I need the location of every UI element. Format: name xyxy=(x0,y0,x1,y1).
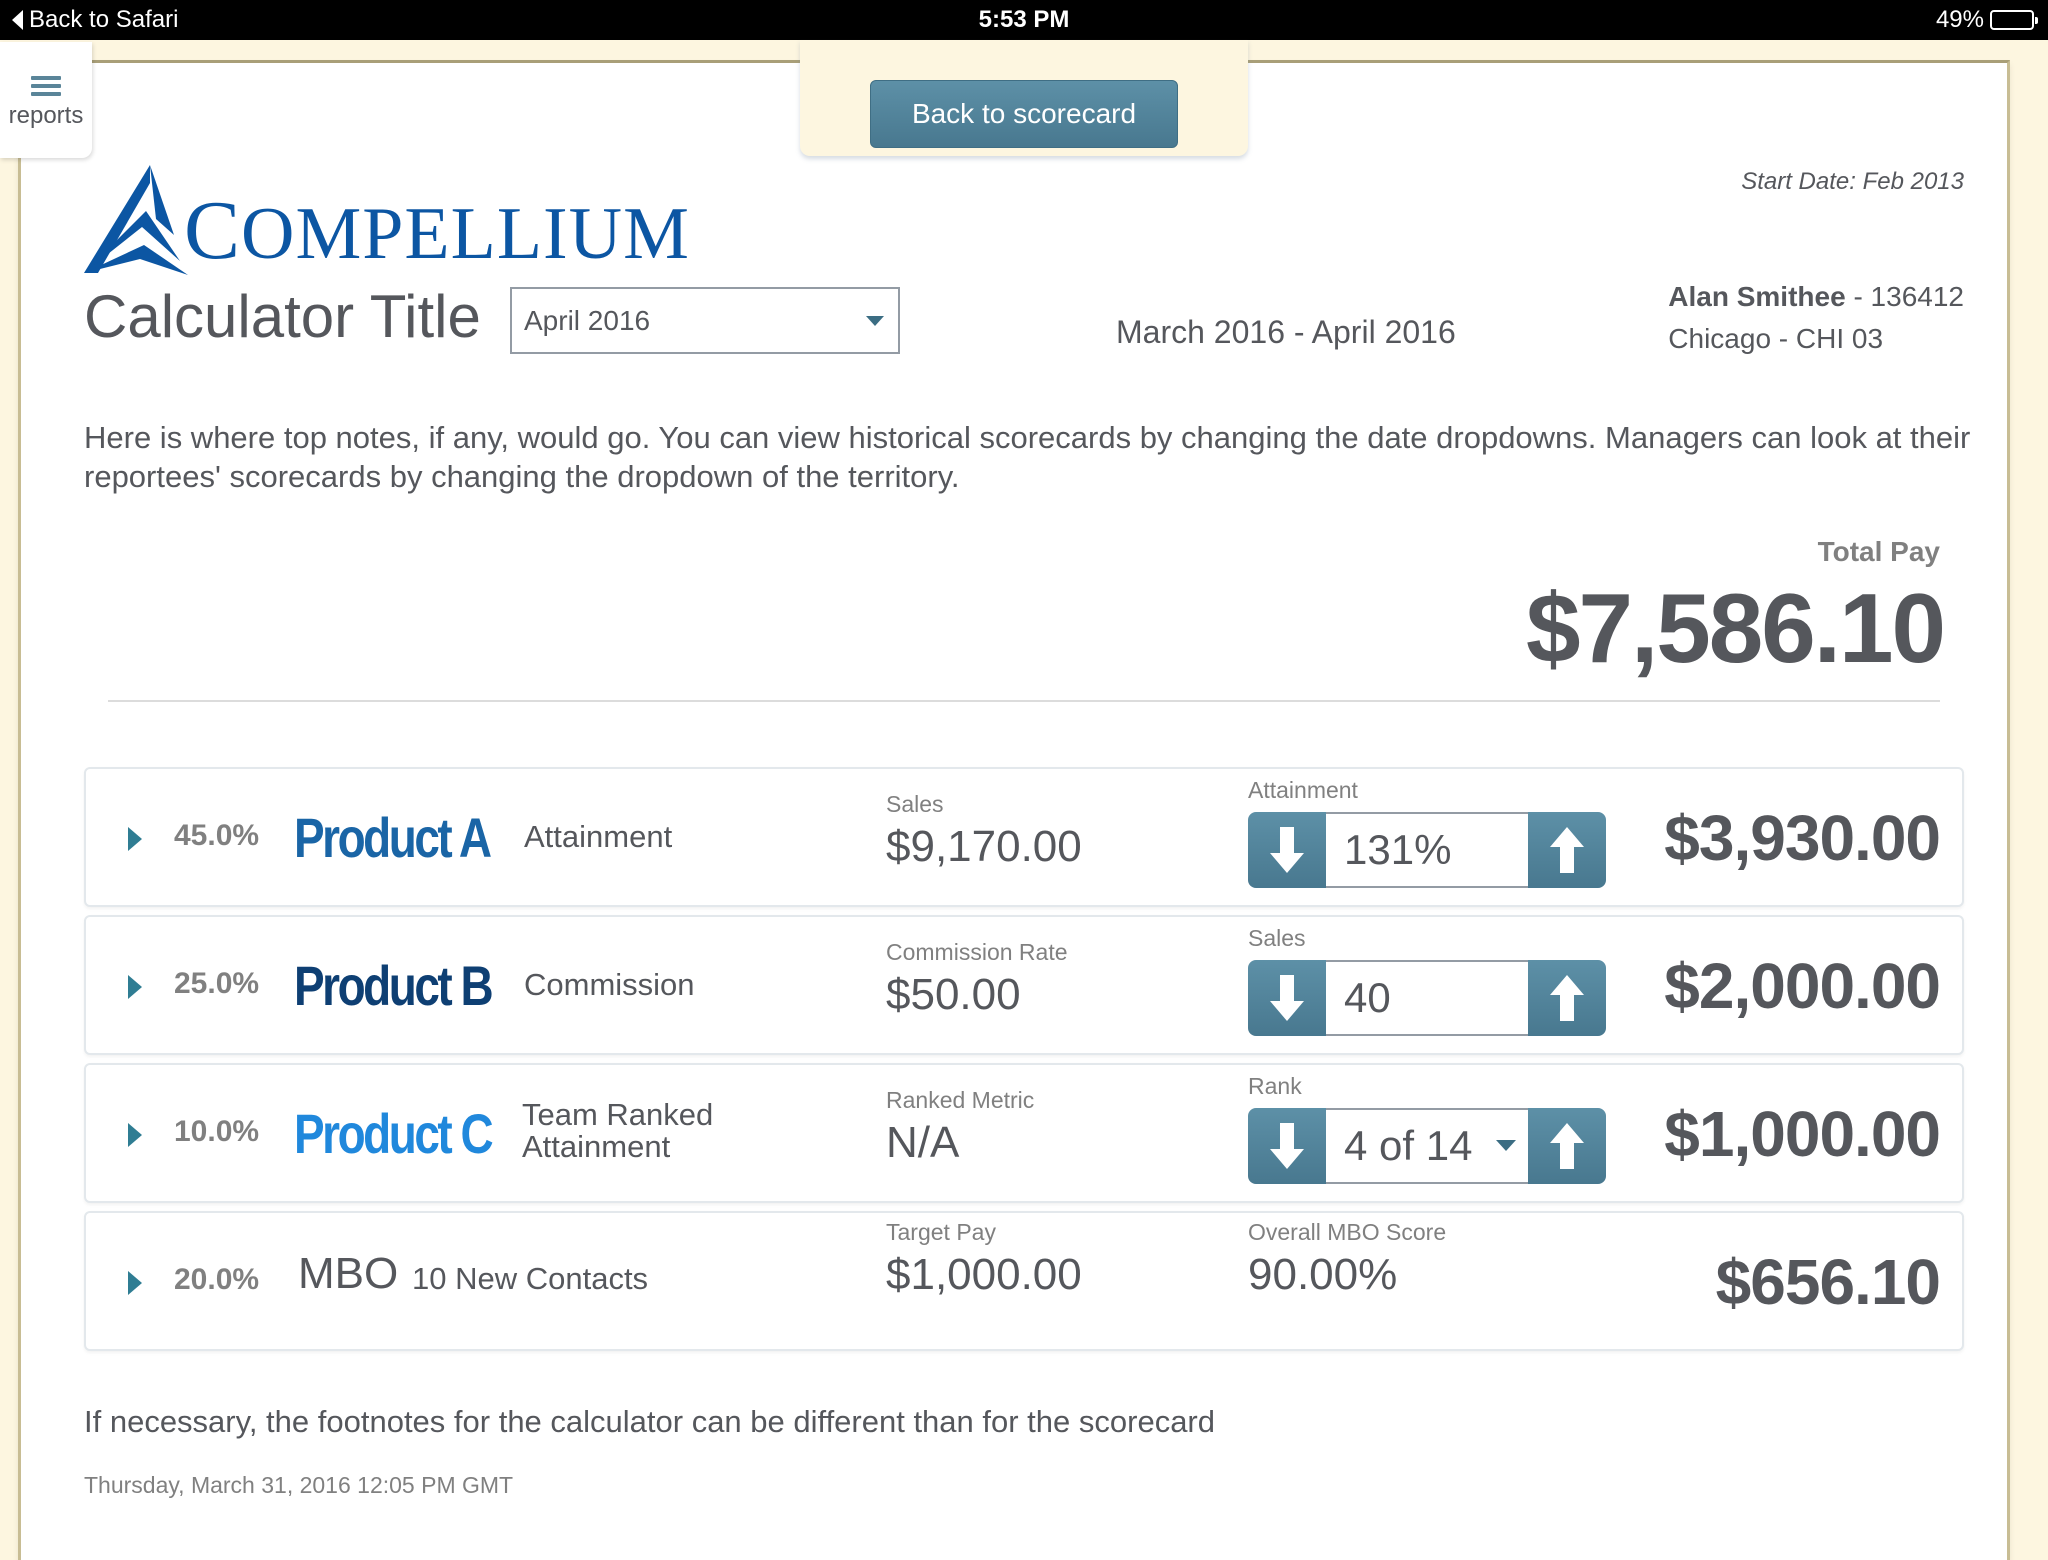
compellium-logo: COMPELLIUM xyxy=(84,165,690,275)
arrow-up-icon xyxy=(1550,1123,1584,1169)
arrow-down-icon xyxy=(1270,1123,1304,1169)
sales-column: Sales 40 xyxy=(1248,925,1606,1036)
component-type-line: Team Ranked xyxy=(522,1097,714,1132)
ranked-metric-column: Ranked Metric N/A xyxy=(886,1087,1034,1168)
mbo-score-column: Overall MBO Score 90.00% xyxy=(1248,1219,1446,1300)
column-value: N/A xyxy=(886,1118,960,1167)
chevron-down-icon xyxy=(866,316,884,326)
battery-status: 49% xyxy=(1935,6,2038,34)
column-value: $50.00 xyxy=(886,970,1021,1019)
column-label: Sales xyxy=(1248,925,1306,951)
decrease-button[interactable] xyxy=(1248,1108,1326,1184)
component-type: 10 New Contacts xyxy=(412,1261,649,1296)
period-select-value: April 2016 xyxy=(524,305,651,336)
attainment-stepper: 131% xyxy=(1248,812,1606,888)
component-row-product-b: 25.0% Product B Commission Commission Ra… xyxy=(84,915,1964,1055)
product-name: Product B xyxy=(294,954,494,1017)
payout-amount: $3,930.00 xyxy=(1664,802,1941,874)
component-type: Team Ranked Attainment xyxy=(522,1099,713,1163)
rank-column: Rank 4 of 14 xyxy=(1248,1073,1606,1184)
component-row-mbo: 20.0% MBO 10 New Contacts Target Pay $1,… xyxy=(84,1211,1964,1351)
chevron-down-icon xyxy=(1496,1140,1516,1151)
component-row-product-c: 10.0% Product C Team Ranked Attainment R… xyxy=(84,1063,1964,1203)
battery-percent: 49% xyxy=(1935,6,1984,33)
column-label: Overall MBO Score xyxy=(1248,1219,1447,1245)
footnote: If necessary, the footnotes for the calc… xyxy=(84,1404,1216,1439)
user-id: - 136412 xyxy=(1845,281,1964,312)
clock: 5:53 PM xyxy=(978,6,1070,33)
commission-rate-column: Commission Rate $50.00 xyxy=(886,939,1068,1020)
user-name: Alan Smithee xyxy=(1668,281,1846,312)
divider xyxy=(108,700,1940,702)
user-location: Chicago - CHI 03 xyxy=(1668,323,1884,354)
weight: 45.0% xyxy=(174,819,260,852)
component-type-line: Attainment xyxy=(522,1129,671,1164)
expand-caret-icon[interactable] xyxy=(128,1271,142,1295)
arrow-up-icon xyxy=(1550,827,1584,873)
increase-button[interactable] xyxy=(1528,960,1606,1036)
product-name: Product C xyxy=(294,1102,494,1165)
decrease-button[interactable] xyxy=(1248,812,1326,888)
total-pay-label: Total Pay xyxy=(1817,536,1940,567)
top-notes: Here is where top notes, if any, would g… xyxy=(84,420,1971,494)
expand-caret-icon[interactable] xyxy=(128,1123,142,1147)
rank-stepper: 4 of 14 xyxy=(1248,1108,1606,1184)
column-value: $9,170.00 xyxy=(886,822,1082,871)
logo-wordmark: COMPELLIUM xyxy=(184,184,690,277)
column-label: Commission Rate xyxy=(886,939,1068,965)
column-label: Rank xyxy=(1248,1073,1302,1099)
attainment-input[interactable]: 131% xyxy=(1326,812,1528,888)
total-pay-value: $7,586.10 xyxy=(1526,573,1946,683)
decrease-button[interactable] xyxy=(1248,960,1326,1036)
rank-select[interactable]: 4 of 14 xyxy=(1326,1108,1528,1184)
increase-button[interactable] xyxy=(1528,1108,1606,1184)
component-row-product-a: 45.0% Product A Attainment Sales $9,170.… xyxy=(84,767,1964,907)
battery-icon xyxy=(1990,10,2038,30)
page-title: Calculator Title xyxy=(84,283,481,350)
weight: 10.0% xyxy=(174,1115,260,1148)
target-pay-column: Target Pay $1,000.00 xyxy=(886,1219,1082,1300)
column-label: Sales xyxy=(886,791,944,817)
payout-amount: $2,000.00 xyxy=(1664,950,1941,1022)
start-date: Start Date: Feb 2013 xyxy=(1741,168,1964,195)
arrow-up-icon xyxy=(1550,975,1584,1021)
back-to-scorecard-button[interactable]: Back to scorecard xyxy=(870,80,1178,148)
reports-label: reports xyxy=(8,102,84,129)
user-info: Alan Smithee - 136412 Chicago - CHI 03 xyxy=(1668,276,1964,360)
column-value: 90.00% xyxy=(1248,1250,1398,1299)
back-tab: Back to scorecard xyxy=(800,40,1248,156)
hamburger-icon xyxy=(31,76,61,96)
payout-amount: $656.10 xyxy=(1715,1246,1941,1318)
status-bar: Back to Safari 5:53 PM 49% xyxy=(0,0,2048,40)
column-label: Ranked Metric xyxy=(886,1087,1035,1113)
arrow-down-icon xyxy=(1270,975,1304,1021)
increase-button[interactable] xyxy=(1528,812,1606,888)
expand-caret-icon[interactable] xyxy=(128,827,142,851)
arrow-down-icon xyxy=(1270,827,1304,873)
product-name: Product A xyxy=(294,806,492,869)
timestamp: Thursday, March 31, 2016 12:05 PM GMT xyxy=(84,1472,514,1498)
weight: 25.0% xyxy=(174,967,260,1000)
column-label: Target Pay xyxy=(886,1219,996,1245)
period-select[interactable]: April 2016 xyxy=(510,287,900,354)
payout-amount: $1,000.00 xyxy=(1664,1098,1941,1170)
date-range: March 2016 - April 2016 xyxy=(1116,314,1456,350)
component-type: Attainment xyxy=(524,819,673,854)
reports-menu-button[interactable]: reports xyxy=(0,42,92,158)
sales-column: Sales $9,170.00 xyxy=(886,791,1082,872)
sales-stepper: 40 xyxy=(1248,960,1606,1036)
compellium-logo-icon xyxy=(84,165,188,275)
column-label: Attainment xyxy=(1248,777,1358,803)
product-name: MBO xyxy=(298,1249,399,1298)
rank-select-value: 4 of 14 xyxy=(1344,1122,1473,1169)
component-type: Commission xyxy=(524,967,695,1002)
attainment-column: Attainment 131% xyxy=(1248,777,1606,888)
weight: 20.0% xyxy=(174,1263,260,1296)
column-value: $1,000.00 xyxy=(886,1250,1082,1299)
expand-caret-icon[interactable] xyxy=(128,975,142,999)
sales-input[interactable]: 40 xyxy=(1326,960,1528,1036)
